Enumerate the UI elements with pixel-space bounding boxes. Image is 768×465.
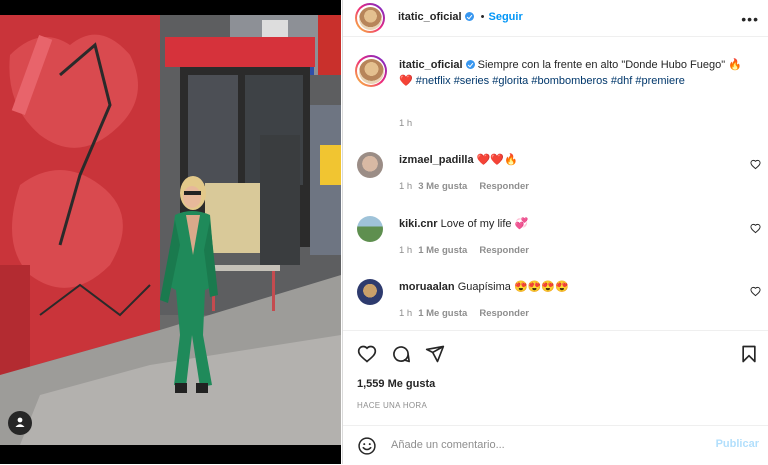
comment-text: Guapísima 😍😍😍😍 [457, 281, 569, 293]
instagram-post-modal: itatic_oficial • Seguir ••• itatic_oficia… [0, 0, 768, 464]
commenter-username[interactable]: kiki.cnr [399, 218, 438, 230]
comment-item: izmael_padilla ❤️❤️🔥 1 h 3 Me gusta Respon… [343, 152, 768, 202]
comment-text: Love of my life 💞 [440, 218, 529, 230]
hashtag-link[interactable]: #netflix [416, 75, 451, 87]
comment-time[interactable]: 1 h [399, 308, 412, 319]
hashtag-link[interactable]: #series [454, 75, 489, 87]
follow-button[interactable]: Seguir [489, 11, 523, 23]
author-avatar[interactable] [355, 3, 385, 33]
comment-time[interactable]: 1 h [399, 181, 412, 192]
hashtag-link[interactable]: #premiere [635, 75, 685, 87]
send-icon[interactable] [425, 344, 445, 367]
commenter-avatar[interactable] [357, 152, 383, 178]
publish-button[interactable]: Publicar [716, 438, 759, 450]
comment-heart-icon[interactable] [750, 286, 761, 300]
post-photo[interactable] [0, 15, 341, 445]
post-timestamp[interactable]: HACE UNA HORA [357, 401, 427, 410]
add-comment-bar: Publicar [343, 425, 768, 465]
caption-username[interactable]: itatic_oficial [399, 59, 463, 71]
comment-item: moruaalan Guapísima 😍😍😍😍 1 h 1 Me gusta Re… [343, 279, 768, 329]
post-caption: itatic_oficial Siempre con la frente en … [399, 57, 754, 89]
like-count[interactable]: 1,559 Me gusta [357, 378, 435, 390]
caption-timestamp[interactable]: 1 h [399, 118, 412, 129]
comment-likes[interactable]: 1 Me gusta [418, 308, 467, 319]
user-tag-button[interactable] [8, 411, 32, 435]
comment-item: kiki.cnr Love of my life 💞 1 h 1 Me gusta… [343, 216, 768, 266]
comments-section: itatic_oficial Siempre con la frente en … [343, 37, 768, 330]
hashtag-link[interactable]: #dhf [611, 75, 632, 87]
commenter-username[interactable]: moruaalan [399, 281, 455, 293]
heart-icon[interactable] [357, 344, 377, 367]
comment-heart-icon[interactable] [750, 159, 761, 173]
comment-likes[interactable]: 1 Me gusta [418, 245, 467, 256]
comment-time[interactable]: 1 h [399, 245, 412, 256]
post-details-panel: itatic_oficial • Seguir ••• itatic_oficia… [342, 0, 768, 464]
more-options-icon[interactable]: ••• [741, 11, 759, 27]
commenter-avatar[interactable] [357, 279, 383, 305]
emoji-icon[interactable] [357, 436, 377, 459]
post-header: itatic_oficial • Seguir ••• [343, 0, 768, 37]
comment-input[interactable] [391, 439, 661, 451]
user-tag-icon [14, 416, 26, 431]
commenter-username[interactable]: izmael_padilla [399, 154, 474, 166]
comment-likes[interactable]: 3 Me gusta [418, 181, 467, 192]
reply-button[interactable]: Responder [479, 308, 529, 319]
comment-icon[interactable] [391, 344, 411, 367]
bookmark-icon[interactable] [739, 344, 759, 367]
hashtag-link[interactable]: #bombomberos [531, 75, 607, 87]
hashtag-link[interactable]: #glorita [492, 75, 528, 87]
reply-button[interactable]: Responder [479, 245, 529, 256]
commenter-avatar[interactable] [357, 216, 383, 242]
post-actions: 1,559 Me gusta HACE UNA HORA [343, 330, 768, 426]
comment-text: ❤️❤️🔥 [476, 154, 518, 166]
author-username[interactable]: itatic_oficial [398, 11, 462, 23]
caption-author-avatar[interactable] [355, 55, 387, 87]
reply-button[interactable]: Responder [479, 181, 529, 192]
verified-icon [465, 60, 475, 69]
post-media-panel [0, 0, 341, 464]
verified-icon [464, 12, 474, 21]
comment-heart-icon[interactable] [750, 223, 761, 237]
